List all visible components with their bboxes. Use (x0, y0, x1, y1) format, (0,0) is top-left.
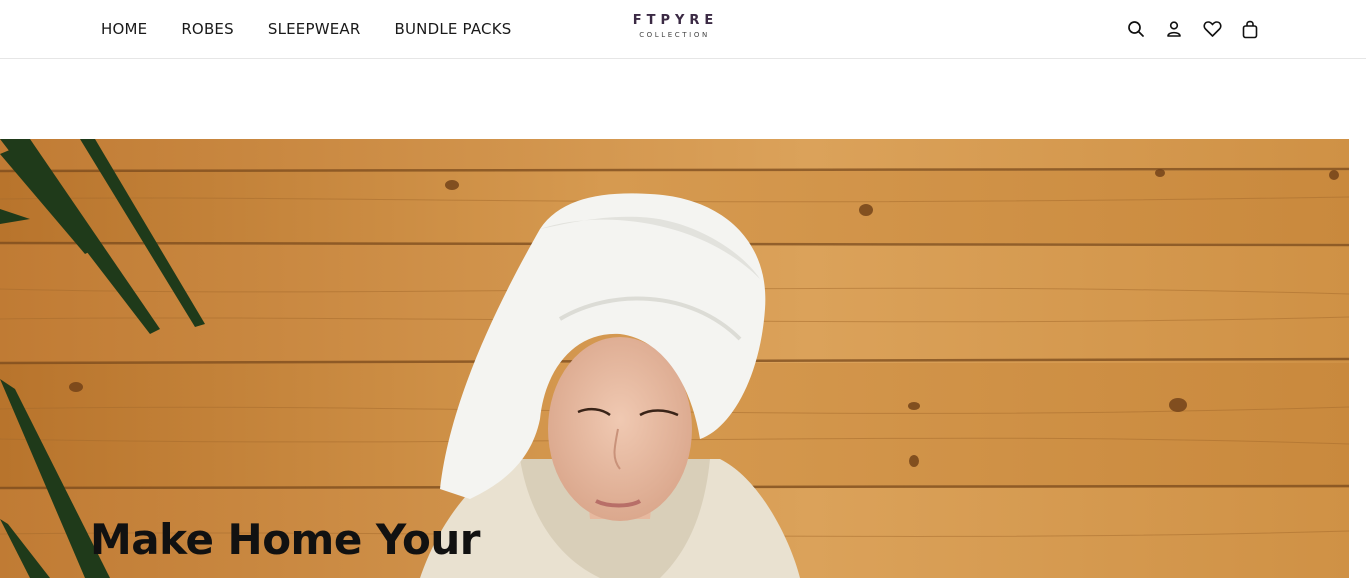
logo-wordmark: FTPYRE (632, 13, 719, 28)
nav-sleepwear[interactable]: SLEEPWEAR (268, 20, 361, 38)
site-header: HOME ROBES SLEEPWEAR BUNDLE PACKS FTPYRE… (0, 0, 1366, 59)
logo-subtitle: COLLECTION (639, 31, 710, 39)
header-icons (1124, 17, 1262, 41)
main-nav: HOME ROBES SLEEPWEAR BUNDLE PACKS (101, 0, 545, 58)
hero-headline: Make Home Your (90, 515, 480, 564)
wishlist-heart-icon[interactable] (1200, 17, 1224, 41)
account-icon[interactable] (1162, 17, 1186, 41)
nav-bundle-packs[interactable]: BUNDLE PACKS (395, 20, 512, 38)
hero-image (0, 139, 1349, 578)
hero-banner: Make Home Your (0, 139, 1349, 578)
nav-robes[interactable]: ROBES (181, 20, 234, 38)
cart-bag-icon[interactable] (1238, 17, 1262, 41)
brand-logo[interactable]: FTPYRE COLLECTION (600, 13, 746, 41)
search-icon[interactable] (1124, 17, 1148, 41)
nav-home[interactable]: HOME (101, 20, 147, 38)
